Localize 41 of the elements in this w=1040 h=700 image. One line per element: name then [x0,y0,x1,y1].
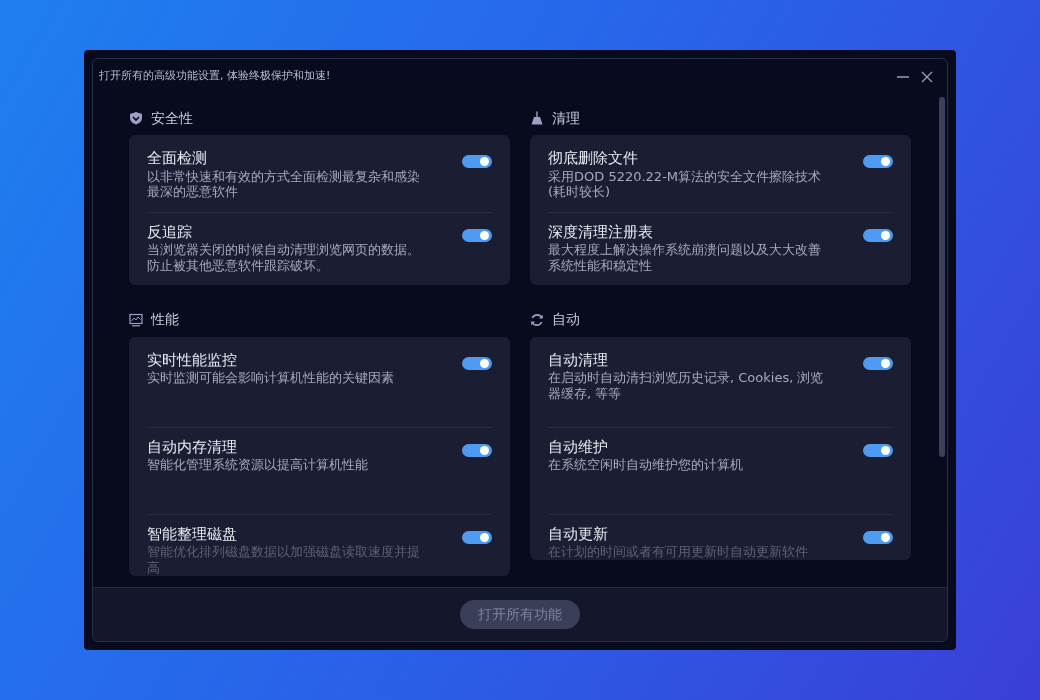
setting-description: 智能优化排列磁盘数据以加强磁盘读取速度并提高 [147,544,421,576]
setting-title: 自动内存清理 [147,437,238,458]
toggle-switch[interactable] [863,443,893,457]
setting-description: 以非常快速和有效的方式全面检测最复杂和感染最深的恶意软件 [147,168,421,200]
setting-description: 在计划的时间或者有可用更新时自动更新软件 [548,544,808,560]
section-title: 性能 [151,310,179,330]
setting-title: 实时性能监控 [147,350,238,371]
setting-description: 在启动时自动清扫浏览历史记录, Cookies, 浏览器缓存, 等等 [548,370,825,402]
scrollbar[interactable] [939,97,945,457]
broom-icon [530,111,544,125]
setting-title: 深度清理注册表 [548,222,654,243]
refresh-icon [530,312,544,327]
setting-description: 当浏览器关闭的时候自动清理浏览网页的数据。防止被其他恶意软件跟踪破坏。 [147,242,421,274]
monitor-icon [129,312,143,327]
section-title: 安全性 [151,108,193,128]
section-title: 清理 [552,108,580,128]
setting-description: 采用DOD 5220.22-M算法的安全文件擦除技术(耗时较长) [548,168,823,200]
toggle-switch[interactable] [462,155,492,168]
setting-title: 智能整理磁盘 [147,524,238,545]
close-icon [921,70,933,83]
setting-title: 彻底删除文件 [548,149,639,169]
toggle-switch[interactable] [462,228,492,242]
toggle-switch[interactable] [462,443,492,457]
setting-title: 自动更新 [548,524,609,545]
toggle-switch[interactable] [863,530,893,544]
window-title: 打开所有的高级功能设置, 体验终极保护和加速! [99,67,331,84]
toggle-switch[interactable] [863,228,893,242]
setting-title: 自动维护 [548,437,609,458]
setting-description: 在系统空闲时自动维护您的计算机 [548,457,743,473]
setting-description: 最大程度上解决操作系统崩溃问题以及大大改善系统性能和稳定性 [548,242,822,274]
toggle-switch[interactable] [863,155,893,168]
section-title: 自动 [552,310,580,330]
setting-title: 自动清理 [548,350,609,371]
setting-title: 反追踪 [147,222,193,243]
toggle-switch[interactable] [462,356,492,370]
shield-icon [129,111,143,125]
setting-description: 实时监测可能会影响计算机性能的关键因素 [147,370,394,386]
toggle-switch[interactable] [462,530,492,544]
setting-title: 全面检测 [147,149,208,169]
toggle-switch[interactable] [863,356,893,370]
setting-description: 智能化管理系统资源以提高计算机性能 [147,457,368,473]
